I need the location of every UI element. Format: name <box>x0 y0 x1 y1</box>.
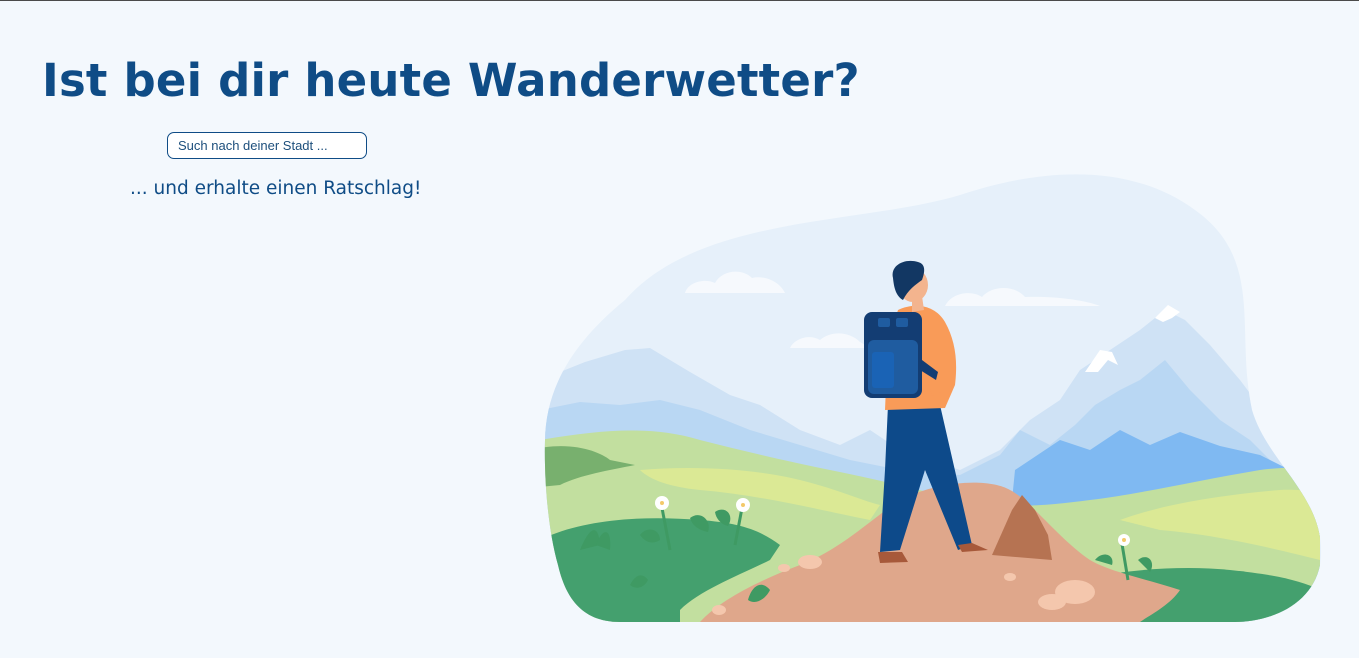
backpack-strap <box>896 318 908 327</box>
backpack-strap <box>878 318 890 327</box>
page-title: Ist bei dir heute Wanderwetter? <box>42 54 860 107</box>
backpack-front-pocket <box>872 352 894 388</box>
city-search-input[interactable] <box>167 132 367 159</box>
hiker-illustration <box>544 174 1322 622</box>
top-border <box>0 0 1359 1</box>
subtitle: ... und erhalte einen Ratschlag! <box>130 178 422 199</box>
